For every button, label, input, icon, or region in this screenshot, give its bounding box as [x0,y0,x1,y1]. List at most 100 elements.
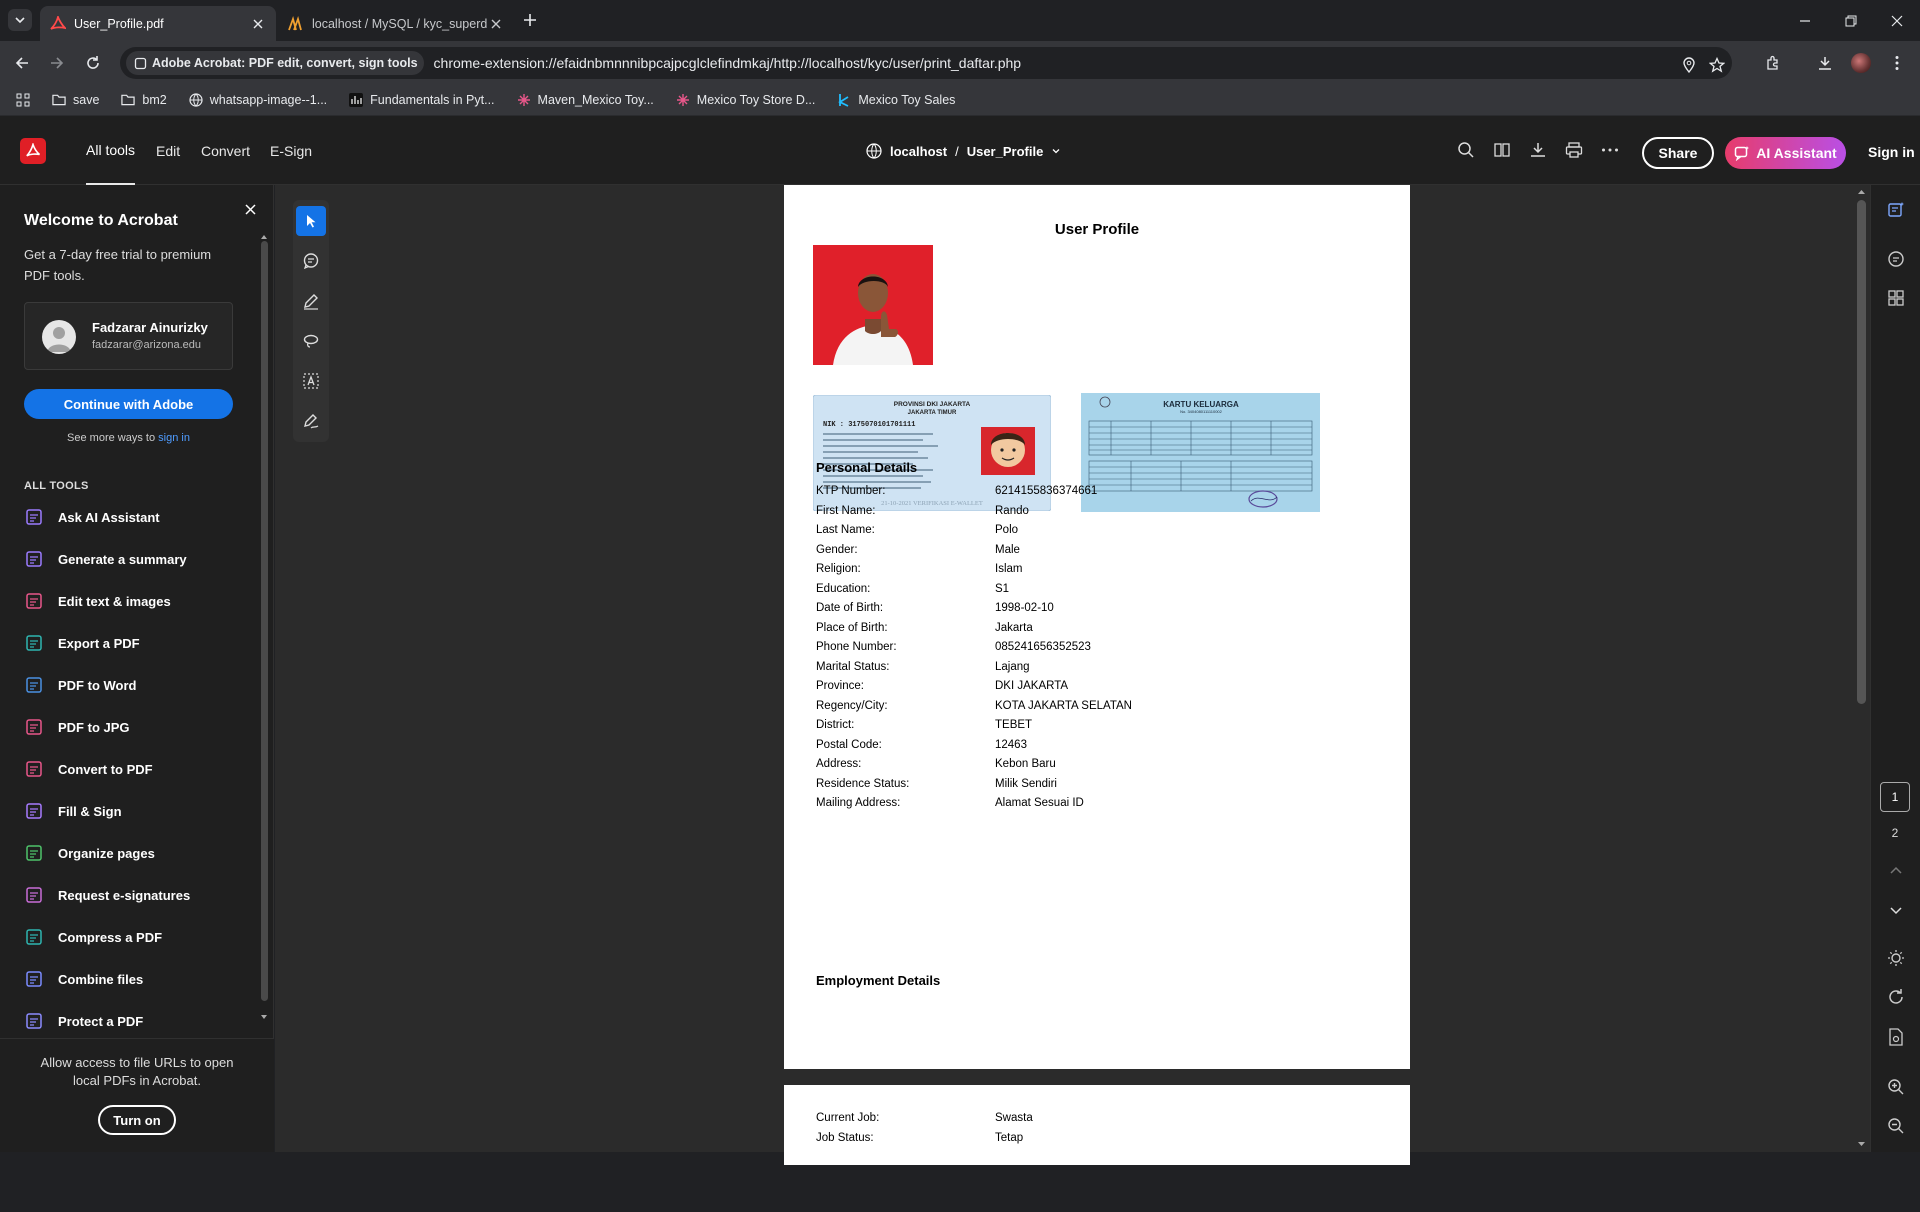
field-label: Gender: [816,543,858,556]
page-view-icon[interactable] [1492,140,1512,160]
scrollbar-thumb[interactable] [261,241,268,1001]
pdf-to-jpg-icon [24,717,44,737]
site-info-chip[interactable]: Adobe Acrobat: PDF edit, convert, sign t… [126,51,424,75]
location-icon[interactable] [1680,56,1698,74]
tool-label: Organize pages [58,845,155,861]
sign-tool-button[interactable] [296,406,326,436]
zoom-out-icon[interactable] [1886,1116,1906,1136]
menu-all-tools[interactable]: All tools [86,116,136,185]
continue-with-adobe-button[interactable]: Continue with Adobe [24,389,233,419]
search-icon[interactable] [1456,140,1476,160]
download-icon[interactable] [1528,140,1548,160]
address-bar[interactable]: Adobe Acrobat: PDF edit, convert, sign t… [120,47,1732,79]
bookmark-mexico-toy-store[interactable]: Mexico Toy Store D... [676,93,815,107]
kartu-keluarga-image: KARTU KELUARGA No. 3404080111110002 [1081,393,1320,512]
breadcrumb[interactable]: localhost / User_Profile [866,140,1061,162]
brightness-icon[interactable] [1886,948,1906,968]
chevron-up-icon[interactable] [1886,861,1906,881]
bookmark-fundamentals[interactable]: Fundamentals in Pyt... [349,92,495,107]
select-tool-button[interactable] [296,206,326,236]
tab-user-profile-pdf[interactable]: User_Profile.pdf [40,6,276,41]
tool-item[interactable]: Protect a PDF [24,1000,254,1042]
scrollbar-thumb[interactable] [1857,200,1866,704]
rotate-icon[interactable] [1886,987,1906,1007]
lasso-icon [303,334,319,348]
tool-item[interactable]: PDF to Word [24,664,254,706]
bookmark-label: Fundamentals in Pyt... [370,92,495,107]
document-properties-icon[interactable] [1886,1027,1906,1047]
apps-button[interactable] [16,93,30,107]
right-rail: 1 2 [1870,185,1920,1152]
ai-assistant-button[interactable]: AI Assistant [1725,137,1846,169]
reload-button[interactable] [82,52,104,74]
field-label: First Name: [816,504,876,517]
back-button[interactable] [11,52,33,74]
turn-on-button[interactable]: Turn on [98,1105,176,1135]
avatar [42,320,76,354]
panel-scrollbar[interactable] [258,233,270,1023]
extensions-button[interactable] [1762,52,1784,74]
profile-button[interactable] [1850,52,1872,74]
close-icon[interactable] [488,16,504,32]
more-options-icon[interactable] [1600,140,1620,160]
organize-pages-icon [24,843,44,863]
zoom-in-icon[interactable] [1886,1077,1906,1097]
tab-phpmyadmin[interactable]: localhost / MySQL / kyc_superd [278,6,514,41]
new-tab-button[interactable] [520,10,540,30]
text-select-tool-button[interactable] [296,366,326,396]
comments-icon[interactable] [1886,249,1906,269]
sign-in-link[interactable]: Sign in [1868,144,1915,160]
extension-icon [134,57,147,69]
browser-menu-button[interactable] [1886,52,1908,74]
draw-tool-button[interactable] [296,286,326,316]
url-text[interactable]: chrome-extension://efaidnbmnnnibpcajpcgl… [434,55,1022,71]
chevron-down-icon[interactable] [1886,900,1906,920]
comment-tool-button[interactable] [296,246,326,276]
lasso-tool-button[interactable] [296,326,326,356]
close-icon[interactable] [241,200,259,218]
tool-item[interactable]: Combine files [24,958,254,1000]
menu-esign[interactable]: E-Sign [270,116,312,185]
tool-item[interactable]: Request e-signatures [24,874,254,916]
tab-search-button[interactable] [8,9,32,31]
tool-item[interactable]: PDF to JPG [24,706,254,748]
forward-button[interactable] [46,52,68,74]
sign-in-link[interactable]: sign in [158,432,190,444]
user-account-card[interactable]: Fadzarar Ainurizky fadzarar@arizona.edu [24,302,233,370]
bookmark-bm2[interactable]: bm2 [121,93,167,107]
bookmark-whatsapp-image[interactable]: whatsapp-image--1... [189,93,327,107]
share-button[interactable]: Share [1642,137,1714,169]
tool-item[interactable]: Convert to PDF [24,748,254,790]
tool-item[interactable]: Ask AI Assistant [24,496,254,538]
acrobat-logo-icon[interactable] [20,138,46,164]
bookmark-mexico-toy-sales[interactable]: Mexico Toy Sales [837,93,955,107]
ai-summary-icon[interactable] [1886,200,1906,220]
tool-item[interactable]: Generate a summary [24,538,254,580]
print-icon[interactable] [1564,140,1584,160]
close-icon[interactable] [250,16,266,32]
menu-convert[interactable]: Convert [201,116,250,185]
tool-label: PDF to Word [58,677,137,693]
menu-edit[interactable]: Edit [156,116,180,185]
tool-item[interactable]: Organize pages [24,832,254,874]
tool-item[interactable]: Export a PDF [24,622,254,664]
tool-item[interactable]: Edit text & images [24,580,254,622]
field-value: Lajang [995,660,1030,673]
bookmark-maven-mexico[interactable]: Maven_Mexico Toy... [517,93,654,107]
bookmark-star-icon[interactable] [1708,56,1726,74]
scroll-down-icon [261,1015,267,1019]
field-label: Date of Birth: [816,602,884,614]
field-label: Residence Status: [816,777,910,790]
tool-item[interactable]: Compress a PDF [24,916,254,958]
tool-item[interactable]: Fill & Sign [24,790,254,832]
current-page-number[interactable]: 1 [1880,782,1910,812]
bookmark-save[interactable]: save [52,93,99,107]
folder-icon [121,93,136,107]
close-window-button[interactable] [1874,0,1920,41]
next-page-number[interactable]: 2 [1880,826,1910,840]
downloads-button[interactable] [1814,52,1836,74]
document-scrollbar[interactable] [1853,185,1870,1152]
restore-button[interactable] [1828,0,1874,41]
thumbnails-icon[interactable] [1886,288,1906,308]
minimize-button[interactable] [1782,0,1828,41]
